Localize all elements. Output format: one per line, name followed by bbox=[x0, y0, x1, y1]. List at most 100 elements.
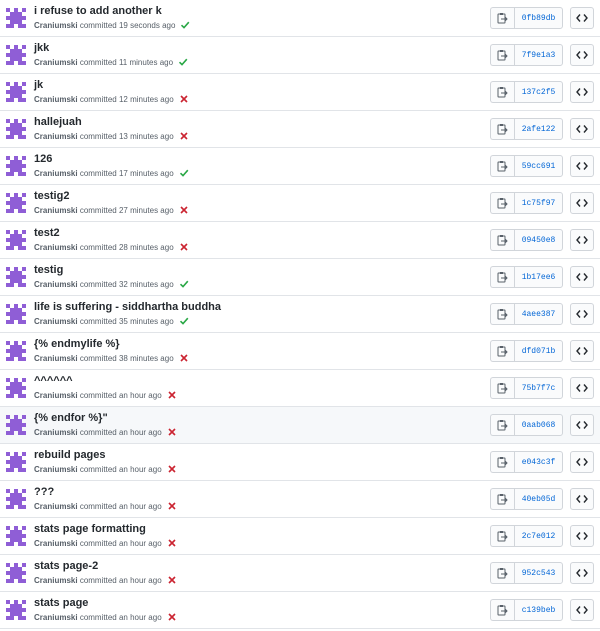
author-name[interactable]: Craniumski bbox=[34, 317, 78, 326]
check-icon[interactable] bbox=[179, 316, 189, 326]
author-name[interactable]: Craniumski bbox=[34, 613, 78, 622]
x-icon[interactable] bbox=[167, 612, 177, 622]
avatar[interactable] bbox=[6, 563, 26, 583]
commit-sha-link[interactable]: 137c2f5 bbox=[514, 81, 563, 103]
browse-repo-button[interactable] bbox=[570, 340, 594, 362]
avatar[interactable] bbox=[6, 119, 26, 139]
avatar[interactable] bbox=[6, 526, 26, 546]
x-icon[interactable] bbox=[167, 501, 177, 511]
copy-sha-button[interactable] bbox=[490, 81, 514, 103]
commit-message[interactable]: testig bbox=[34, 264, 63, 276]
commit-sha-link[interactable]: 75b7f7c bbox=[514, 377, 563, 399]
commit-message[interactable]: ??? bbox=[34, 486, 54, 498]
x-icon[interactable] bbox=[179, 353, 189, 363]
commit-message[interactable]: stats page formatting bbox=[34, 523, 146, 535]
x-icon[interactable] bbox=[167, 575, 177, 585]
author-name[interactable]: Craniumski bbox=[34, 502, 78, 511]
browse-repo-button[interactable] bbox=[570, 303, 594, 325]
commit-message[interactable]: ^^^^^^ bbox=[34, 375, 73, 387]
avatar[interactable] bbox=[6, 341, 26, 361]
browse-repo-button[interactable] bbox=[570, 266, 594, 288]
browse-repo-button[interactable] bbox=[570, 377, 594, 399]
x-icon[interactable] bbox=[167, 538, 177, 548]
copy-sha-button[interactable] bbox=[490, 488, 514, 510]
x-icon[interactable] bbox=[179, 242, 189, 252]
avatar[interactable] bbox=[6, 600, 26, 620]
browse-repo-button[interactable] bbox=[570, 155, 594, 177]
avatar[interactable] bbox=[6, 193, 26, 213]
author-name[interactable]: Craniumski bbox=[34, 21, 78, 30]
commit-sha-link[interactable]: 1b17ee6 bbox=[514, 266, 563, 288]
avatar[interactable] bbox=[6, 82, 26, 102]
commit-message[interactable]: {% endmylife %} bbox=[34, 338, 120, 350]
browse-repo-button[interactable] bbox=[570, 451, 594, 473]
copy-sha-button[interactable] bbox=[490, 118, 514, 140]
avatar[interactable] bbox=[6, 230, 26, 250]
x-icon[interactable] bbox=[167, 427, 177, 437]
browse-repo-button[interactable] bbox=[570, 599, 594, 621]
browse-repo-button[interactable] bbox=[570, 192, 594, 214]
commit-message[interactable]: jkk bbox=[34, 42, 49, 54]
commit-message[interactable]: stats page-2 bbox=[34, 560, 98, 572]
x-icon[interactable] bbox=[167, 390, 177, 400]
browse-repo-button[interactable] bbox=[570, 229, 594, 251]
author-name[interactable]: Craniumski bbox=[34, 280, 78, 289]
copy-sha-button[interactable] bbox=[490, 229, 514, 251]
commit-sha-link[interactable]: 09450e8 bbox=[514, 229, 563, 251]
avatar[interactable] bbox=[6, 452, 26, 472]
copy-sha-button[interactable] bbox=[490, 303, 514, 325]
copy-sha-button[interactable] bbox=[490, 599, 514, 621]
x-icon[interactable] bbox=[179, 94, 189, 104]
commit-sha-link[interactable]: 7f9e1a3 bbox=[514, 44, 563, 66]
commit-sha-link[interactable]: e043c3f bbox=[514, 451, 563, 473]
check-icon[interactable] bbox=[179, 279, 189, 289]
browse-repo-button[interactable] bbox=[570, 44, 594, 66]
browse-repo-button[interactable] bbox=[570, 118, 594, 140]
copy-sha-button[interactable] bbox=[490, 525, 514, 547]
avatar[interactable] bbox=[6, 45, 26, 65]
copy-sha-button[interactable] bbox=[490, 155, 514, 177]
avatar[interactable] bbox=[6, 156, 26, 176]
copy-sha-button[interactable] bbox=[490, 451, 514, 473]
author-name[interactable]: Craniumski bbox=[34, 132, 78, 141]
avatar[interactable] bbox=[6, 415, 26, 435]
copy-sha-button[interactable] bbox=[490, 377, 514, 399]
avatar[interactable] bbox=[6, 378, 26, 398]
commit-message[interactable]: stats page bbox=[34, 597, 88, 609]
browse-repo-button[interactable] bbox=[570, 81, 594, 103]
commit-sha-link[interactable]: 952c543 bbox=[514, 562, 563, 584]
author-name[interactable]: Craniumski bbox=[34, 206, 78, 215]
author-name[interactable]: Craniumski bbox=[34, 391, 78, 400]
check-icon[interactable] bbox=[179, 168, 189, 178]
commit-sha-link[interactable]: 59cc691 bbox=[514, 155, 563, 177]
x-icon[interactable] bbox=[167, 464, 177, 474]
avatar[interactable] bbox=[6, 304, 26, 324]
browse-repo-button[interactable] bbox=[570, 7, 594, 29]
copy-sha-button[interactable] bbox=[490, 562, 514, 584]
commit-sha-link[interactable]: 0aab068 bbox=[514, 414, 563, 436]
commit-message[interactable]: {% endfor %}" bbox=[34, 412, 108, 424]
check-icon[interactable] bbox=[178, 57, 188, 67]
copy-sha-button[interactable] bbox=[490, 340, 514, 362]
commit-sha-link[interactable]: 2c7e012 bbox=[514, 525, 563, 547]
author-name[interactable]: Craniumski bbox=[34, 243, 78, 252]
commit-sha-link[interactable]: 0fb89db bbox=[514, 7, 563, 29]
browse-repo-button[interactable] bbox=[570, 488, 594, 510]
commit-message[interactable]: life is suffering - siddhartha buddha bbox=[34, 301, 221, 313]
x-icon[interactable] bbox=[179, 131, 189, 141]
author-name[interactable]: Craniumski bbox=[34, 576, 78, 585]
browse-repo-button[interactable] bbox=[570, 414, 594, 436]
commit-message[interactable]: hallejuah bbox=[34, 116, 82, 128]
author-name[interactable]: Craniumski bbox=[34, 58, 78, 67]
author-name[interactable]: Craniumski bbox=[34, 95, 78, 104]
author-name[interactable]: Craniumski bbox=[34, 169, 78, 178]
avatar[interactable] bbox=[6, 8, 26, 28]
author-name[interactable]: Craniumski bbox=[34, 539, 78, 548]
x-icon[interactable] bbox=[179, 205, 189, 215]
check-icon[interactable] bbox=[180, 20, 190, 30]
author-name[interactable]: Craniumski bbox=[34, 465, 78, 474]
commit-sha-link[interactable]: dfd071b bbox=[514, 340, 563, 362]
copy-sha-button[interactable] bbox=[490, 192, 514, 214]
author-name[interactable]: Craniumski bbox=[34, 428, 78, 437]
copy-sha-button[interactable] bbox=[490, 7, 514, 29]
